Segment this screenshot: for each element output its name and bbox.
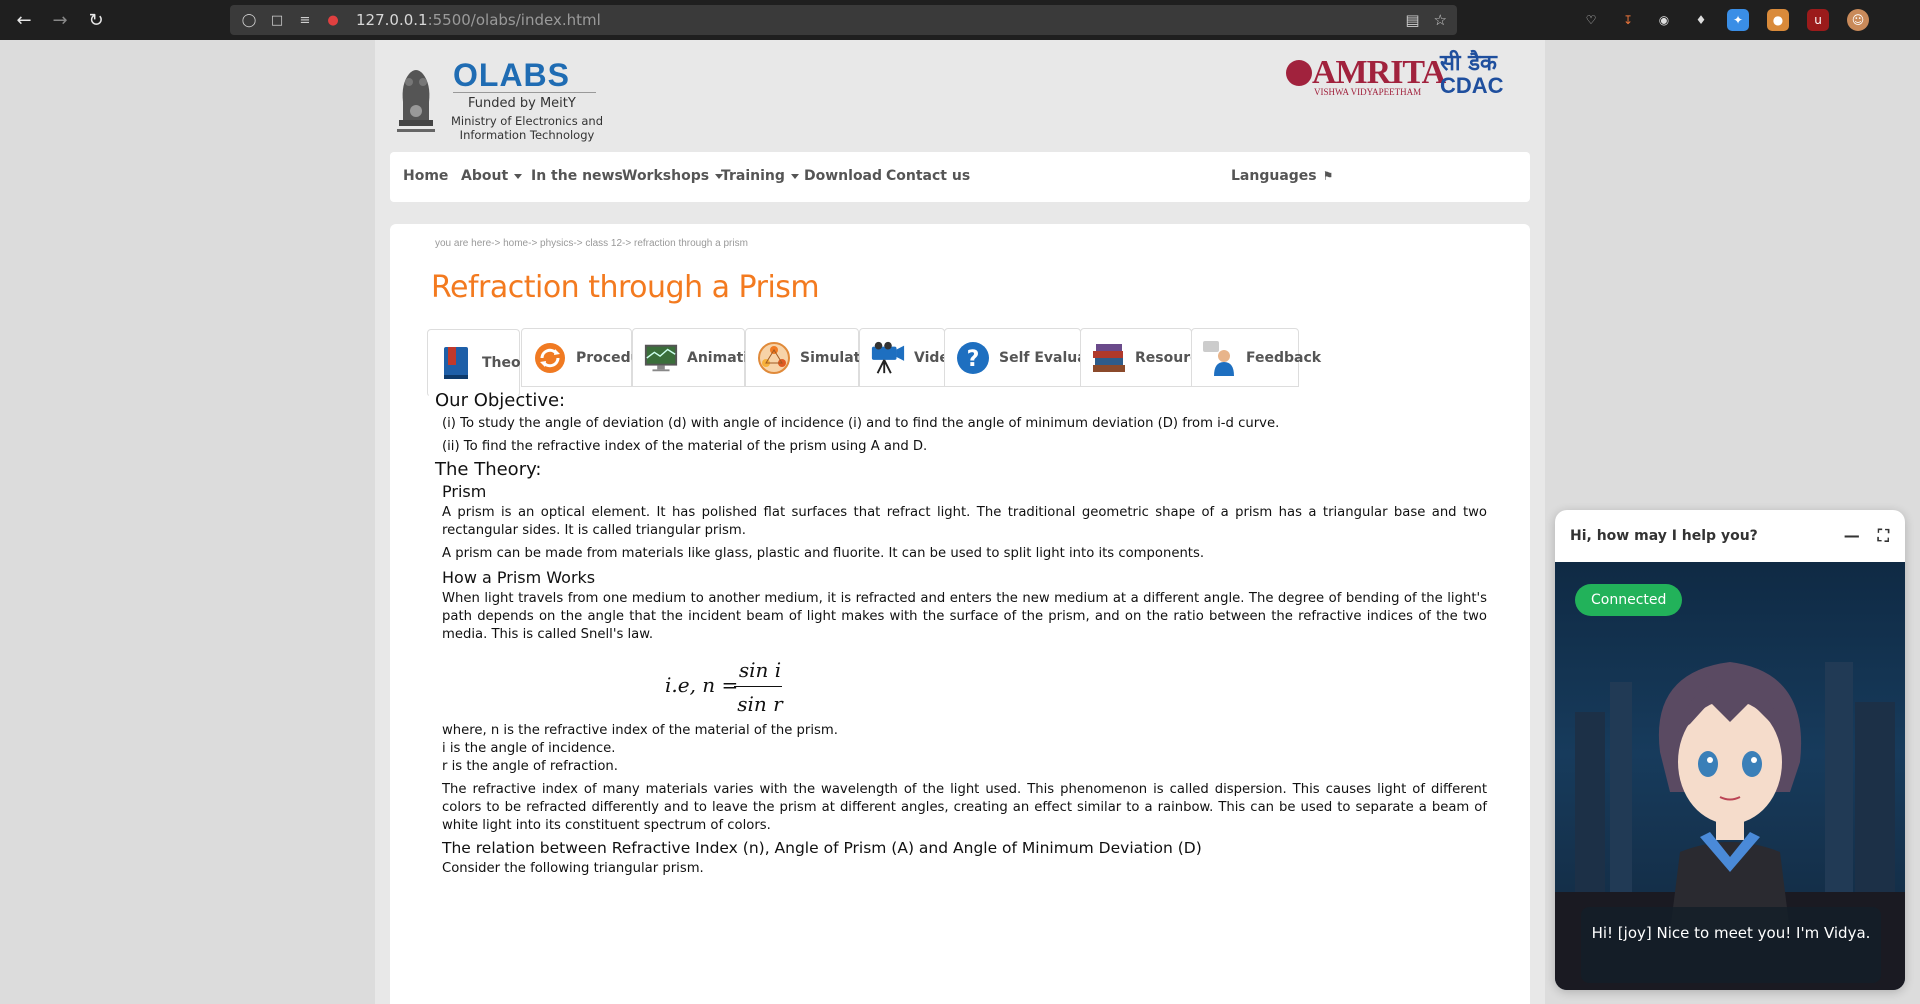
page-title: Refraction through a Prism xyxy=(431,270,820,305)
reload-icon[interactable]: ↻ xyxy=(84,8,108,32)
minimize-icon[interactable]: — xyxy=(1844,526,1860,546)
download-icon[interactable]: ↧ xyxy=(1617,9,1639,31)
cdac-logo[interactable]: सी डैक CDAC xyxy=(1440,52,1510,100)
chatbot-widget: Hi, how may I help you? — ⛶ Connected Hi… xyxy=(1555,510,1905,990)
chevron-down-icon xyxy=(514,173,523,179)
nav-contact-us[interactable]: Contact us xyxy=(886,168,970,184)
nav-about[interactable]: About xyxy=(461,168,523,184)
vidya-avatar[interactable] xyxy=(1630,632,1830,932)
microphone-icon[interactable]: ● xyxy=(324,13,342,28)
refresh-icon xyxy=(532,340,568,376)
chat-header: Hi, how may I help you? — ⛶ xyxy=(1570,526,1889,546)
formula-denominator: sin r xyxy=(737,692,783,716)
prism-paragraph-2: A prism can be made from materials like … xyxy=(442,546,1205,561)
amrita-logo[interactable]: AMRITA VISHWA VIDYAPEETHAM xyxy=(1286,54,1446,97)
page-icon: □ xyxy=(270,12,284,28)
funded-by-text: Funded by MeitY xyxy=(468,96,576,111)
tab-video[interactable]: Video xyxy=(859,328,959,387)
olabs-page: OLABS Funded by MeitY Ministry of Electr… xyxy=(375,40,1545,1004)
objective-heading: Our Objective: xyxy=(435,390,566,411)
nav-download[interactable]: Download xyxy=(804,168,882,184)
objective-item-1: (i) To study the angle of deviation (d) … xyxy=(442,416,1280,431)
tab-feedback[interactable]: Feedback xyxy=(1191,328,1321,387)
ministry-text: Ministry of Electronics and Information … xyxy=(451,114,603,142)
fullscreen-icon[interactable]: ⛶ xyxy=(1878,526,1889,546)
tab-theory[interactable]: Theory xyxy=(427,329,537,397)
where-line-2: i is the angle of incidence. xyxy=(442,741,616,756)
nav-training[interactable]: Training xyxy=(721,168,799,184)
tab-animation[interactable]: Animation xyxy=(632,328,768,387)
breadcrumb: you are here-> home-> physics-> class 12… xyxy=(435,238,748,249)
nav-home[interactable]: Home xyxy=(403,168,448,184)
logo-divider xyxy=(453,92,596,93)
profile-avatar[interactable]: ☺ xyxy=(1847,9,1869,31)
books-icon xyxy=(1091,340,1127,376)
forward-icon[interactable]: → xyxy=(48,8,72,32)
book-icon xyxy=(438,345,474,381)
where-line-1: where, n is the refractive index of the … xyxy=(442,723,838,738)
main-navbar: Home About In the news Workshops Trainin… xyxy=(390,152,1530,202)
prism-paragraph-1: A prism is an optical element. It has po… xyxy=(442,505,1487,538)
extension-globe-icon[interactable]: ◉ xyxy=(1653,9,1675,31)
nav-languages[interactable]: Languages ⚑ xyxy=(1231,168,1333,184)
tab-procedure[interactable]: Procedure xyxy=(521,328,657,387)
simulator-icon xyxy=(756,340,792,376)
address-bar[interactable]: ◯ □ ≡ ● 127.0.0.1:5500/olabs/index.html … xyxy=(230,5,1457,35)
theory-content: Our Objective: (i) To study the angle of… xyxy=(435,390,1487,878)
video-camera-icon xyxy=(870,340,906,376)
main-content: you are here-> home-> physics-> class 12… xyxy=(390,224,1530,1004)
where-line-3: r is the angle of refraction. xyxy=(442,759,618,774)
relation-heading: The relation between Refractive Index (n… xyxy=(442,839,1202,857)
national-emblem-icon xyxy=(397,70,435,132)
feedback-icon xyxy=(1202,340,1238,376)
consider-text: Consider the following triangular prism. xyxy=(442,861,704,876)
monitor-icon xyxy=(643,340,679,376)
shield-icon: ◯ xyxy=(241,12,257,28)
how-prism-works-heading: How a Prism Works xyxy=(442,568,596,587)
permissions-icon[interactable]: ≡ xyxy=(296,13,314,28)
amrita-mark-icon xyxy=(1286,60,1312,86)
tab-self-evaluation[interactable]: ? Self Evaluation xyxy=(944,328,1118,387)
extension-bird-icon[interactable]: ✦ xyxy=(1727,9,1749,31)
tab-simulator[interactable]: Simulator xyxy=(745,328,877,387)
flag-icon: ⚑ xyxy=(1322,169,1334,183)
url-text[interactable]: 127.0.0.1:5500/olabs/index.html xyxy=(356,11,601,29)
chat-message-bubble: Hi! [joy] Nice to meet you! I'm Vidya. xyxy=(1581,907,1881,983)
pocket-icon[interactable]: ♡ xyxy=(1580,9,1602,31)
reader-view-icon[interactable]: ▤ xyxy=(1405,11,1419,29)
nav-workshops[interactable]: Workshops xyxy=(622,168,724,184)
snells-law-formula: i.e, n = sin i sin r xyxy=(665,658,783,716)
chevron-down-icon xyxy=(790,173,799,179)
ublock-icon[interactable]: u xyxy=(1807,9,1829,31)
bookmark-star-icon[interactable]: ☆ xyxy=(1434,11,1447,29)
nav-in-the-news[interactable]: In the news xyxy=(531,168,623,184)
extension-fox-icon[interactable]: ● xyxy=(1767,9,1789,31)
extensions-icon[interactable]: ♦ xyxy=(1690,9,1712,31)
fraction-bar xyxy=(734,686,782,687)
browser-toolbar: ← → ↻ ◯ □ ≡ ● 127.0.0.1:5500/olabs/index… xyxy=(0,0,1920,40)
avatar-scene: Connected Hi! [joy] Nice to meet you! I'… xyxy=(1555,562,1905,990)
olabs-logo-text[interactable]: OLABS xyxy=(453,57,570,94)
back-icon[interactable]: ← xyxy=(12,8,36,32)
question-icon: ? xyxy=(955,340,991,376)
formula-numerator: sin i xyxy=(738,658,782,682)
objective-item-2: (ii) To find the refractive index of the… xyxy=(442,439,928,454)
connection-status-badge: Connected xyxy=(1575,584,1683,616)
prism-heading: Prism xyxy=(442,482,487,501)
theory-heading: The Theory: xyxy=(435,459,542,480)
dispersion-paragraph: The refractive index of many materials v… xyxy=(442,782,1487,833)
svg-text:?: ? xyxy=(967,347,980,372)
tab-resources[interactable]: Resources xyxy=(1080,328,1216,387)
snells-law-paragraph: When light travels from one medium to an… xyxy=(442,591,1487,642)
